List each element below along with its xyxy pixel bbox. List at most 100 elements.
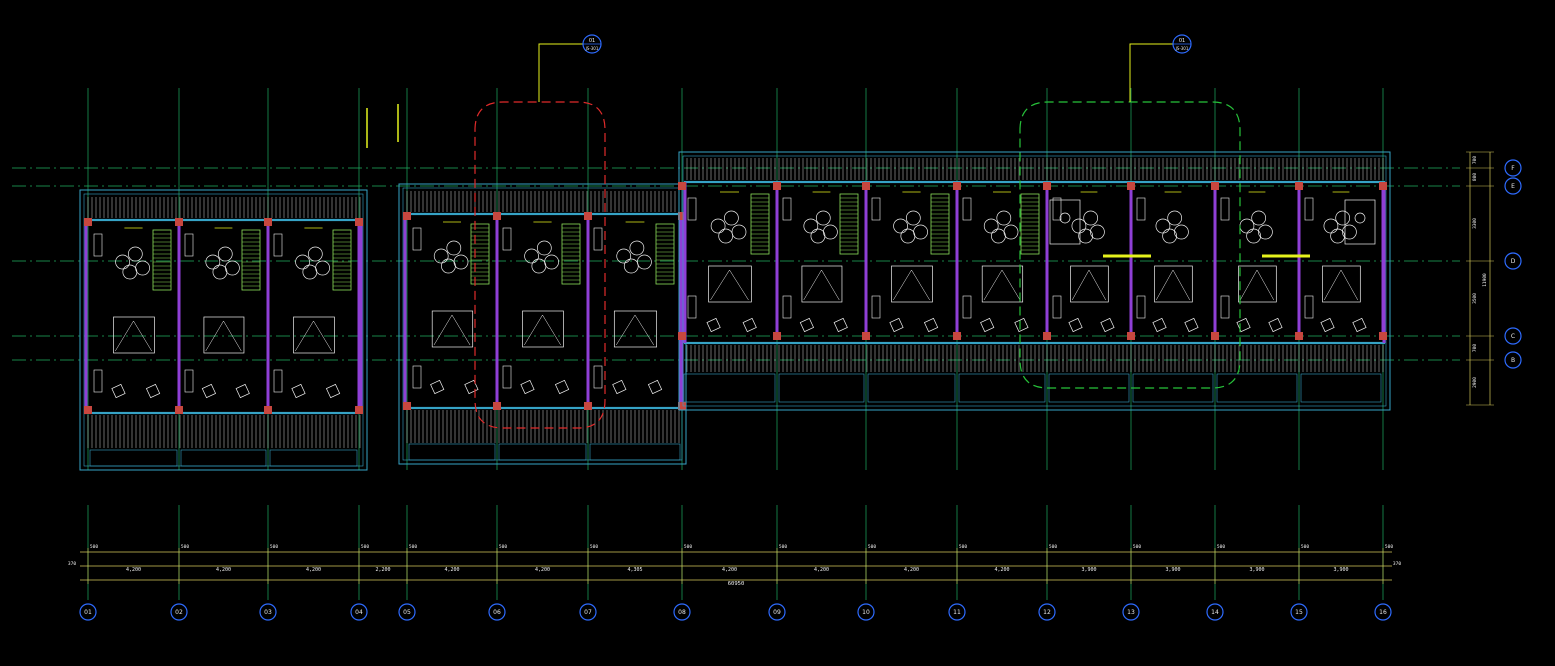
dim-sub-4: 500 bbox=[361, 544, 369, 550]
unit-2-3-column-0 bbox=[584, 212, 592, 220]
dim-sub-11: 500 bbox=[959, 544, 967, 550]
dim-segment-11: 4,200 bbox=[994, 567, 1009, 573]
unit-1-3-column-2 bbox=[264, 406, 272, 414]
dim-segment-2: 4,200 bbox=[216, 567, 231, 573]
axis-bubble-11: 11 bbox=[948, 603, 966, 621]
unit-3-8-column-0 bbox=[1295, 182, 1303, 190]
dim-segment-3: 4,200 bbox=[306, 567, 321, 573]
axis-bubble-label-09: 09 bbox=[773, 609, 781, 616]
right-dim-total: 11900 bbox=[1482, 273, 1488, 287]
unit-3-6-column-0 bbox=[1127, 182, 1135, 190]
axis-bubble-16: 16 bbox=[1374, 603, 1392, 621]
axis-bubble-label-05: 05 bbox=[403, 609, 411, 616]
unit-3-1-column-2 bbox=[678, 332, 686, 340]
unit-2-3-column-2 bbox=[584, 402, 592, 410]
unit-3-8-column-3 bbox=[1379, 332, 1387, 340]
axis-bubble-13: 13 bbox=[1122, 603, 1140, 621]
axis-bubble-B: B bbox=[1504, 351, 1522, 369]
dim-sub-6: 500 bbox=[499, 544, 507, 550]
floor-plan-drawing: 01 JS-301 01 JS-301 4,200 4,200 4,200 2,200… bbox=[0, 0, 1555, 666]
axis-bubble-label-13: 13 bbox=[1127, 609, 1135, 616]
unit-1-2-column-2 bbox=[175, 406, 183, 414]
dim-segment-13: 3,900 bbox=[1165, 567, 1180, 573]
dim-sub-12: 500 bbox=[1049, 544, 1057, 550]
dim-segment-8: 4,200 bbox=[722, 567, 737, 573]
axis-bubble-label-08: 08 bbox=[678, 609, 686, 616]
dim-sub-2: 500 bbox=[181, 544, 189, 550]
right-dim-label-5: 700 bbox=[1472, 344, 1478, 352]
unit-1-1-column-2 bbox=[84, 406, 92, 414]
right-dim-label-3: 3300 bbox=[1472, 218, 1478, 229]
unit-3-2-column-2 bbox=[773, 332, 781, 340]
dim-sub-16: 500 bbox=[1385, 544, 1393, 550]
unit-3-1-column-0 bbox=[678, 182, 686, 190]
unit-3-8-column-1 bbox=[1379, 182, 1387, 190]
axis-bubble-label-06: 06 bbox=[493, 609, 501, 616]
axis-bubble-08: 08 bbox=[673, 603, 691, 621]
dim-segment-1: 4,200 bbox=[126, 567, 141, 573]
axis-bubble-D: D bbox=[1504, 252, 1522, 270]
dim-segment-10: 4,200 bbox=[904, 567, 919, 573]
callout-1-sheet: JS-301 bbox=[585, 46, 599, 51]
axis-bubble-10: 10 bbox=[857, 603, 875, 621]
dim-sub-13: 500 bbox=[1133, 544, 1141, 550]
dim-segment-14: 3,900 bbox=[1249, 567, 1264, 573]
right-dim-label-4: 3500 bbox=[1472, 293, 1478, 304]
axis-bubble-label-F: F bbox=[1511, 165, 1515, 172]
unit-3-5-column-2 bbox=[1043, 332, 1051, 340]
dim-sub-10: 500 bbox=[868, 544, 876, 550]
dim-segment-5: 4,200 bbox=[444, 567, 459, 573]
unit-2-1-column-2 bbox=[403, 402, 411, 410]
axis-bubble-15: 15 bbox=[1290, 603, 1308, 621]
axis-bubbles-right: F E D C B bbox=[1504, 159, 1522, 369]
unit-2-2-column-2 bbox=[493, 402, 501, 410]
axis-bubble-label-03: 03 bbox=[264, 609, 272, 616]
axis-bubble-02: 02 bbox=[170, 603, 188, 621]
callout-1-number: 01 bbox=[589, 38, 595, 44]
axis-bubble-07: 07 bbox=[579, 603, 597, 621]
callout-2-number: 01 bbox=[1179, 38, 1185, 44]
unit-3-4-column-2 bbox=[953, 332, 961, 340]
axis-bubble-03: 03 bbox=[259, 603, 277, 621]
unit-3-3-column-0 bbox=[862, 182, 870, 190]
unit-3-2-column-0 bbox=[773, 182, 781, 190]
dim-segment-6: 4,200 bbox=[535, 567, 550, 573]
dim-total: 60950 bbox=[728, 581, 745, 587]
axis-bubble-label-07: 07 bbox=[584, 609, 592, 616]
axis-bubble-E: E bbox=[1504, 177, 1522, 195]
axis-bubble-12: 12 bbox=[1038, 603, 1056, 621]
dim-segment-9: 4,200 bbox=[814, 567, 829, 573]
dim-segment-15: 3,900 bbox=[1333, 567, 1348, 573]
unit-3-6-column-2 bbox=[1127, 332, 1135, 340]
axis-bubble-F: F bbox=[1504, 159, 1522, 177]
axis-bubble-label-01: 01 bbox=[84, 609, 92, 616]
dim-sub-1: 500 bbox=[90, 544, 98, 550]
unit-3-4-column-0 bbox=[953, 182, 961, 190]
axis-bubble-label-11: 11 bbox=[953, 609, 961, 616]
axis-bubble-09: 09 bbox=[768, 603, 786, 621]
dim-segment-12: 3,900 bbox=[1081, 567, 1096, 573]
unit-3-7-column-0 bbox=[1211, 182, 1219, 190]
axis-bubble-06: 06 bbox=[488, 603, 506, 621]
right-dim-label-2: 800 bbox=[1472, 173, 1478, 181]
dim-left-edge: 370 bbox=[68, 561, 76, 567]
unit-1-2-column-0 bbox=[175, 218, 183, 226]
axis-bubble-label-15: 15 bbox=[1295, 609, 1303, 616]
axis-bubble-label-E: E bbox=[1511, 183, 1515, 190]
axis-bubble-label-04: 04 bbox=[355, 609, 363, 616]
dim-sub-7: 500 bbox=[590, 544, 598, 550]
unit-1-3-column-1 bbox=[355, 218, 363, 226]
axis-bubble-C: C bbox=[1504, 327, 1522, 345]
callout-2-sheet: JS-301 bbox=[1175, 46, 1189, 51]
axis-bubble-label-D: D bbox=[1511, 258, 1516, 265]
axis-bubble-label-14: 14 bbox=[1211, 609, 1219, 616]
dim-sub-8: 500 bbox=[684, 544, 692, 550]
unit-1-3-column-3 bbox=[355, 406, 363, 414]
dim-sub-9: 500 bbox=[779, 544, 787, 550]
unit-3-3-column-2 bbox=[862, 332, 870, 340]
axis-bubble-label-B: B bbox=[1511, 357, 1515, 364]
dim-right-edge: 370 bbox=[1393, 561, 1401, 567]
axis-bubble-04: 04 bbox=[350, 603, 368, 621]
axis-bubble-05: 05 bbox=[398, 603, 416, 621]
axis-bubble-label-02: 02 bbox=[175, 609, 183, 616]
